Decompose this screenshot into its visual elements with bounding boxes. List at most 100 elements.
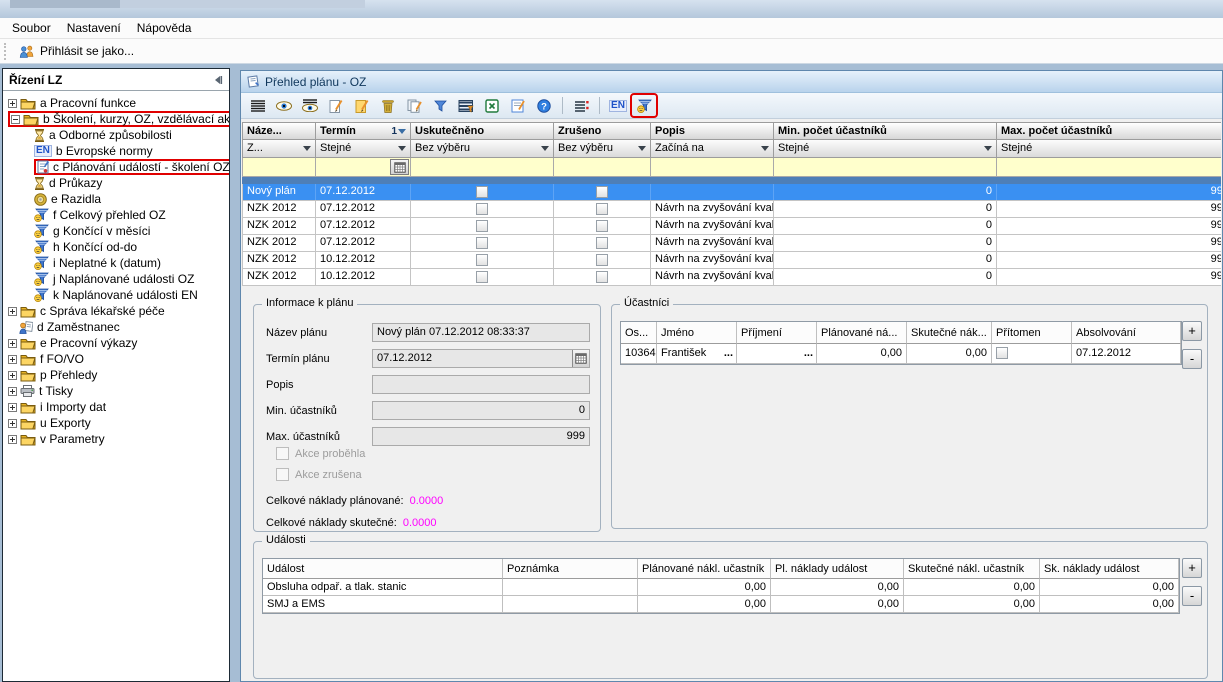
sidebar-item-prehledy[interactable]: p Přehledy (3, 367, 229, 383)
plan-desc-field[interactable] (372, 375, 590, 394)
sidebar-item-prukazy[interactable]: d Průkazy (3, 175, 229, 191)
en-icon[interactable]: EN (606, 95, 630, 116)
column-header-popis[interactable]: Popis (651, 122, 774, 140)
lookup-button[interactable]: ... (804, 347, 813, 359)
filter-combo-popis[interactable]: Začíná na (651, 140, 774, 158)
uskutecneno-checkbox[interactable] (476, 254, 488, 266)
zruseno-checkbox[interactable] (596, 220, 608, 232)
menu-nastaveni[interactable]: Nastavení (59, 19, 129, 37)
uskutecneno-checkbox[interactable] (476, 186, 488, 198)
akce-zrusena-checkbox[interactable] (276, 468, 289, 481)
pritomen-checkbox[interactable] (996, 347, 1008, 359)
filter-input-min[interactable] (774, 158, 997, 177)
zruseno-checkbox[interactable] (596, 186, 608, 198)
add-participant-button[interactable]: + (1182, 321, 1202, 341)
zruseno-checkbox[interactable] (596, 237, 608, 249)
sidebar-item-zamestnanec[interactable]: d Zaměstnanec (3, 319, 229, 335)
event-row[interactable]: SMJ a EMS 0,00 0,00 0,00 0,00 (263, 596, 1179, 613)
list-icon[interactable] (246, 95, 270, 116)
filter-combo-nazev[interactable]: Z... (242, 140, 316, 158)
filter-input-max[interactable] (997, 158, 1221, 177)
zruseno-checkbox[interactable] (596, 271, 608, 283)
expander-plus-icon[interactable] (8, 419, 17, 428)
akce-probehla-checkbox[interactable] (276, 447, 289, 460)
sidebar-item-naplanovane-en[interactable]: k Naplánované události EN (3, 287, 229, 303)
participant-row[interactable]: 10364 František... ... 0,00 0,00 07.12.2… (621, 344, 1181, 364)
note-icon[interactable] (506, 95, 530, 116)
plan-max-field[interactable]: 999 (372, 427, 590, 446)
expander-minus-icon[interactable] (11, 115, 20, 124)
expander-plus-icon[interactable] (8, 355, 17, 364)
sidebar-item-sprava-lekarske-pece[interactable]: c Správa lékařské péče (3, 303, 229, 319)
sidebar-item-parametry[interactable]: v Parametry (3, 431, 229, 447)
uskutecneno-checkbox[interactable] (476, 271, 488, 283)
event-row[interactable]: Obsluha odpař. a tlak. stanic 0,00 0,00 … (263, 579, 1179, 596)
view-header-icon[interactable] (298, 95, 322, 116)
excel-export-icon[interactable] (480, 95, 504, 116)
remove-participant-button[interactable]: - (1182, 349, 1202, 369)
table-row[interactable]: NZK 2012 10.12.2012 Návrh na zvyšování k… (242, 269, 1221, 286)
filter-input-uskutecneno[interactable] (411, 158, 554, 177)
filter-input-nazev[interactable] (242, 158, 316, 177)
uskutecneno-checkbox[interactable] (476, 203, 488, 215)
menu-soubor[interactable]: Soubor (4, 19, 59, 37)
sidebar-item-exporty[interactable]: u Exporty (3, 415, 229, 431)
filter-input-zruseno[interactable] (554, 158, 651, 177)
expander-plus-icon[interactable] (8, 99, 17, 108)
sidebar-item-importy-dat[interactable]: i Importy dat (3, 399, 229, 415)
plan-min-field[interactable]: 0 (372, 401, 590, 420)
sidebar-item-koncici-v-mesici[interactable]: g Končící v měsíci (3, 223, 229, 239)
column-header-zruseno[interactable]: Zrušeno (554, 122, 651, 140)
sidebar-item-pracovni-vykazy[interactable]: e Pracovní výkazy (3, 335, 229, 351)
zruseno-checkbox[interactable] (596, 203, 608, 215)
expander-plus-icon[interactable] (8, 435, 17, 444)
expander-plus-icon[interactable] (8, 403, 17, 412)
plan-date-field[interactable]: 07.12.2012 (372, 349, 590, 368)
expander-plus-icon[interactable] (8, 339, 17, 348)
table-row[interactable]: NZK 2012 10.12.2012 Návrh na zvyšování k… (242, 252, 1221, 269)
filter-combo-uskutecneno[interactable]: Bez výběru (411, 140, 554, 158)
zruseno-checkbox[interactable] (596, 254, 608, 266)
sidebar-item-skoleni-kurzy[interactable]: b Školení, kurzy, OZ, vzdělávací akce (3, 111, 229, 127)
sidebar-item-planovani-udalosti[interactable]: c Plánování událostí - školení OZ (3, 159, 229, 175)
filter-smiley-icon[interactable] (632, 95, 656, 116)
column-header-min-pocet[interactable]: Min. počet účastníků (774, 122, 997, 140)
lookup-button[interactable]: ... (724, 347, 733, 359)
filter-table-icon[interactable] (454, 95, 478, 116)
view-icon[interactable] (272, 95, 296, 116)
sidebar-item-celkovy-prehled[interactable]: f Celkový přehled OZ (3, 207, 229, 223)
filter-input-termin[interactable] (316, 158, 411, 177)
new-record-icon[interactable] (324, 95, 348, 116)
uskutecneno-checkbox[interactable] (476, 220, 488, 232)
sidebar-item-evropske-normy[interactable]: EN b Evropské normy (3, 143, 229, 159)
sidebar-item-tisky[interactable]: t Tisky (3, 383, 229, 399)
calendar-button[interactable] (572, 350, 589, 367)
table-row[interactable]: NZK 2012 07.12.2012 Návrh na zvyšování k… (242, 235, 1221, 252)
calendar-button[interactable] (390, 159, 409, 175)
edit-record-icon[interactable] (350, 95, 374, 116)
collapse-panel-icon[interactable] (212, 74, 224, 86)
sidebar-item-koncici-od-do[interactable]: h Končící od-do (3, 239, 229, 255)
expander-plus-icon[interactable] (8, 307, 17, 316)
menu-napoveda[interactable]: Nápověda (129, 19, 200, 37)
uskutecneno-checkbox[interactable] (476, 237, 488, 249)
expander-plus-icon[interactable] (8, 371, 17, 380)
filter-combo-zruseno[interactable]: Bez výběru (554, 140, 651, 158)
sidebar-item-razidla[interactable]: e Razidla (3, 191, 229, 207)
column-header-max-pocet[interactable]: Max. počet účastníků (997, 122, 1221, 140)
expander-plus-icon[interactable] (8, 387, 17, 396)
filter-icon[interactable] (428, 95, 452, 116)
table-row[interactable]: NZK 2012 07.12.2012 Návrh na zvyšování k… (242, 201, 1221, 218)
plan-name-field[interactable]: Nový plán 07.12.2012 08:33:37 (372, 323, 590, 342)
copy-record-icon[interactable] (402, 95, 426, 116)
filter-combo-termin[interactable]: Stejné (316, 140, 411, 158)
sidebar-item-naplanovane-oz[interactable]: j Naplánované události OZ (3, 271, 229, 287)
sidebar-item-fo-vo[interactable]: f FO/VO (3, 351, 229, 367)
add-event-button[interactable]: + (1182, 558, 1202, 578)
filter-combo-max[interactable]: Stejné (997, 140, 1221, 158)
table-row-selected[interactable]: Nový plán 07.12.2012 0 999 (242, 184, 1221, 201)
sidebar-item-pracovni-funkce[interactable]: a Pracovní funkce (3, 95, 229, 111)
sidebar-item-odborne-zpusobilosti[interactable]: a Odborné způsobilosti (3, 127, 229, 143)
column-header-uskutecneno[interactable]: Uskutečněno (411, 122, 554, 140)
sidebar-item-neplatne-k[interactable]: i Neplatné k (datum) (3, 255, 229, 271)
